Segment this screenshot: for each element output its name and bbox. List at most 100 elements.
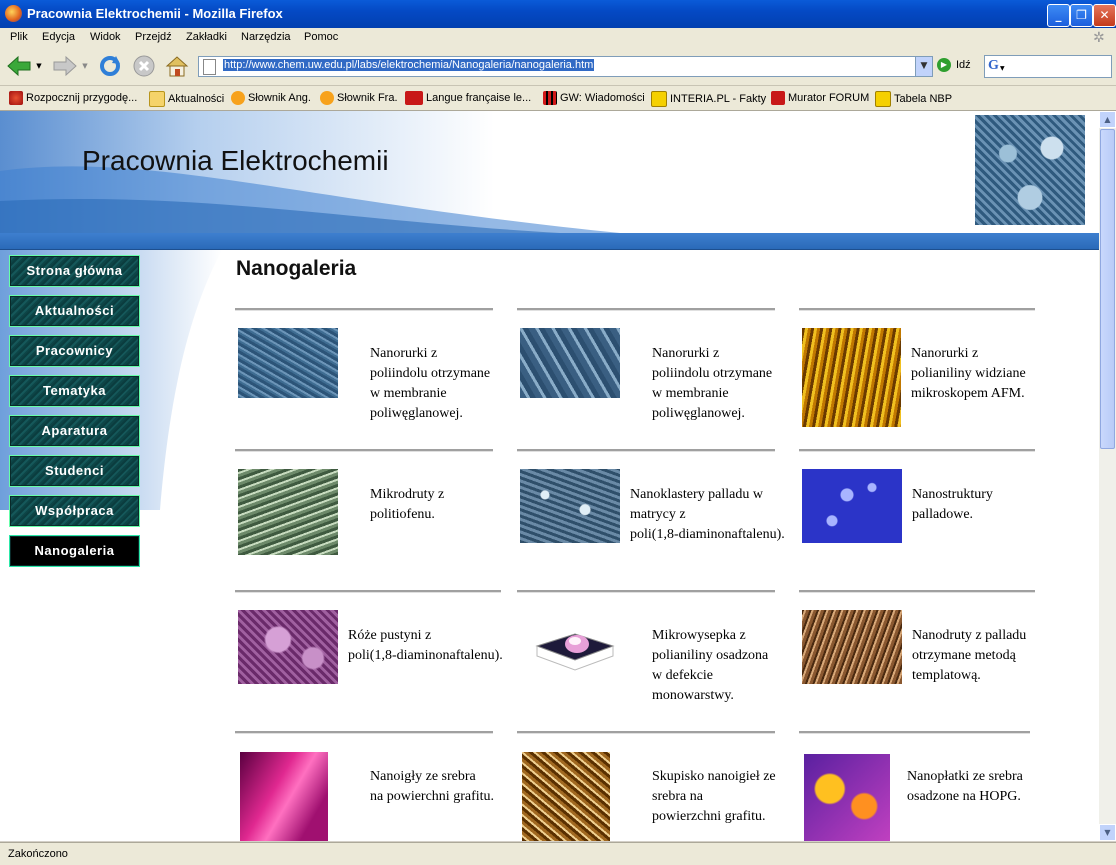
scroll-up-button[interactable]: ▲ — [1099, 111, 1116, 128]
minimize-button[interactable]: _ — [1047, 4, 1070, 27]
home-button[interactable] — [164, 53, 190, 79]
bookmark-item[interactable]: Murator FORUM — [771, 91, 869, 105]
divider — [235, 308, 493, 311]
forward-arrow-icon — [53, 55, 77, 77]
bookmark-item[interactable]: Langue française le... — [405, 91, 531, 105]
menu-edit[interactable]: Edycja — [42, 31, 75, 43]
bookmark-item[interactable]: Słownik Ang. — [231, 91, 311, 105]
divider — [235, 590, 501, 593]
gallery-thumbnail[interactable] — [802, 610, 902, 684]
divider — [517, 308, 775, 311]
dna-icon — [405, 91, 423, 105]
menu-file[interactable]: Plik — [10, 31, 28, 43]
gallery-caption: Mikrodruty z politiofenu. — [370, 487, 445, 522]
firefox-red-icon — [9, 91, 23, 105]
divider — [799, 308, 1035, 311]
interia-icon — [875, 91, 891, 107]
page-icon — [203, 59, 216, 75]
url-text[interactable]: http://www.chem.uw.edu.pl/labs/elektroch… — [223, 59, 595, 71]
menu-tools[interactable]: Narzędzia — [241, 31, 291, 43]
bookmark-item[interactable]: INTERIA.PL - Fakty — [651, 91, 766, 107]
back-button[interactable] — [6, 53, 32, 79]
menu-help[interactable]: Pomoc — [304, 31, 338, 43]
go-arrow-icon: ▶ — [937, 58, 951, 72]
gallery-caption: Róże pustyni z poli(1,8-diaminonaftalenu)… — [348, 628, 503, 663]
bookmark-folder[interactable]: Aktualności — [149, 91, 224, 107]
gallery-thumbnail[interactable] — [240, 752, 328, 841]
go-label: Idź — [956, 59, 971, 71]
murator-icon — [771, 91, 785, 105]
gallery-thumbnail[interactable] — [238, 469, 338, 555]
folder-icon — [149, 91, 165, 107]
menu-go[interactable]: Przejdź — [135, 31, 172, 43]
bookmark-item[interactable]: Tabela NBP — [875, 91, 952, 107]
menu-bookmarks[interactable]: Zakładki — [186, 31, 227, 43]
gallery-thumbnail[interactable] — [238, 610, 338, 684]
reload-button[interactable] — [97, 53, 123, 79]
gallery-caption: Nanorurki z poliindolu otrzymane w membran… — [652, 346, 773, 421]
nav-tematyka[interactable]: Tematyka — [9, 375, 140, 407]
search-input[interactable]: G ▼ — [984, 55, 1112, 78]
gallery-thumbnail[interactable] — [802, 328, 901, 427]
vertical-scrollbar[interactable]: ▲ ▼ — [1099, 111, 1116, 841]
divider — [799, 590, 1035, 593]
scroll-thumb[interactable] — [1100, 129, 1115, 449]
home-icon — [165, 56, 189, 77]
nav-pracownicy[interactable]: Pracownicy — [9, 335, 140, 367]
bookmark-item[interactable]: GW: Wiadomości — [543, 91, 645, 105]
gallery-thumbnail[interactable] — [804, 754, 890, 841]
url-history-dropdown[interactable]: ▼ — [915, 57, 932, 76]
divider — [235, 449, 493, 452]
gallery-thumbnail[interactable] — [520, 469, 620, 543]
url-bar[interactable]: http://www.chem.uw.edu.pl/labs/elektroch… — [198, 56, 933, 77]
bookmark-item[interactable]: Rozpocznij przygodę... — [9, 91, 137, 105]
nav-aparatura[interactable]: Aparatura — [9, 415, 140, 447]
gallery-thumbnail[interactable] — [520, 328, 620, 398]
onet-icon — [231, 91, 245, 105]
gallery-caption: Nanodruty z palladu otrzymane metodą templ… — [912, 628, 1027, 683]
nav-aktualnosci[interactable]: Aktualności — [9, 295, 140, 327]
site-header: Pracownia Elektrochemii — [0, 111, 1099, 233]
gallery-caption: Nanoigły ze srebra na powierchni grafitu. — [370, 769, 495, 804]
onet-icon — [320, 91, 334, 105]
chevron-down-icon: ▼ — [1104, 828, 1111, 837]
status-bar: Zakończono — [0, 842, 1116, 865]
firefox-icon — [5, 5, 22, 22]
scroll-down-button[interactable]: ▼ — [1099, 824, 1116, 841]
nav-wspolpraca[interactable]: Współpraca — [9, 495, 140, 527]
gallery-caption: Skupisko nanoigieł ze srebra na powierzchn… — [652, 769, 776, 824]
reload-icon — [100, 56, 120, 76]
afm-island-image — [535, 633, 615, 671]
nav-strona-glowna[interactable]: Strona główna — [9, 255, 140, 287]
back-arrow-icon — [7, 55, 31, 77]
bookmark-item[interactable]: Słownik Fra. — [320, 91, 398, 105]
stop-button[interactable] — [131, 53, 157, 79]
gallery-caption: Nanorurki z polianiliny widziane mikroskop… — [911, 346, 1026, 401]
divider — [517, 731, 775, 734]
go-button[interactable]: ▶ Idź — [937, 58, 971, 72]
forward-button[interactable] — [52, 53, 78, 79]
bookmarks-toolbar: Rozpocznij przygodę... Aktualności Słown… — [0, 86, 1116, 111]
divider — [799, 449, 1035, 452]
status-text: Zakończono — [8, 848, 68, 860]
nav-studenci[interactable]: Studenci — [9, 455, 140, 487]
gallery-thumbnail[interactable] — [802, 469, 902, 543]
gallery-thumbnail[interactable] — [522, 752, 610, 841]
close-button[interactable]: ✕ — [1093, 4, 1116, 27]
back-history-dropdown[interactable]: ▼ — [33, 53, 45, 79]
menu-view[interactable]: Widok — [90, 31, 121, 43]
search-engine-dropdown-icon[interactable]: ▼ — [1000, 65, 1005, 72]
gallery-thumbnail[interactable] — [238, 328, 338, 398]
forward-history-dropdown[interactable]: ▼ — [79, 53, 91, 79]
maximize-button[interactable]: ❐ — [1070, 4, 1093, 27]
window-title: Pracownia Elektrochemii - Mozilla Firefo… — [27, 6, 283, 21]
interia-icon — [651, 91, 667, 107]
page-content: Pracownia Elektrochemii Strona główna Ak… — [0, 111, 1099, 841]
stop-icon — [133, 55, 155, 77]
sidebar-nav: Strona główna Aktualności Pracownicy Tem… — [0, 250, 230, 841]
nav-nanogaleria[interactable]: Nanogaleria — [9, 535, 140, 567]
gallery-thumbnail[interactable] — [535, 616, 615, 671]
window-titlebar: Pracownia Elektrochemii - Mozilla Firefo… — [0, 0, 1116, 28]
chevron-up-icon: ▲ — [1104, 115, 1111, 124]
gallery-caption: Mikrowysepka z polianiliny osadzona w defe… — [652, 628, 769, 703]
